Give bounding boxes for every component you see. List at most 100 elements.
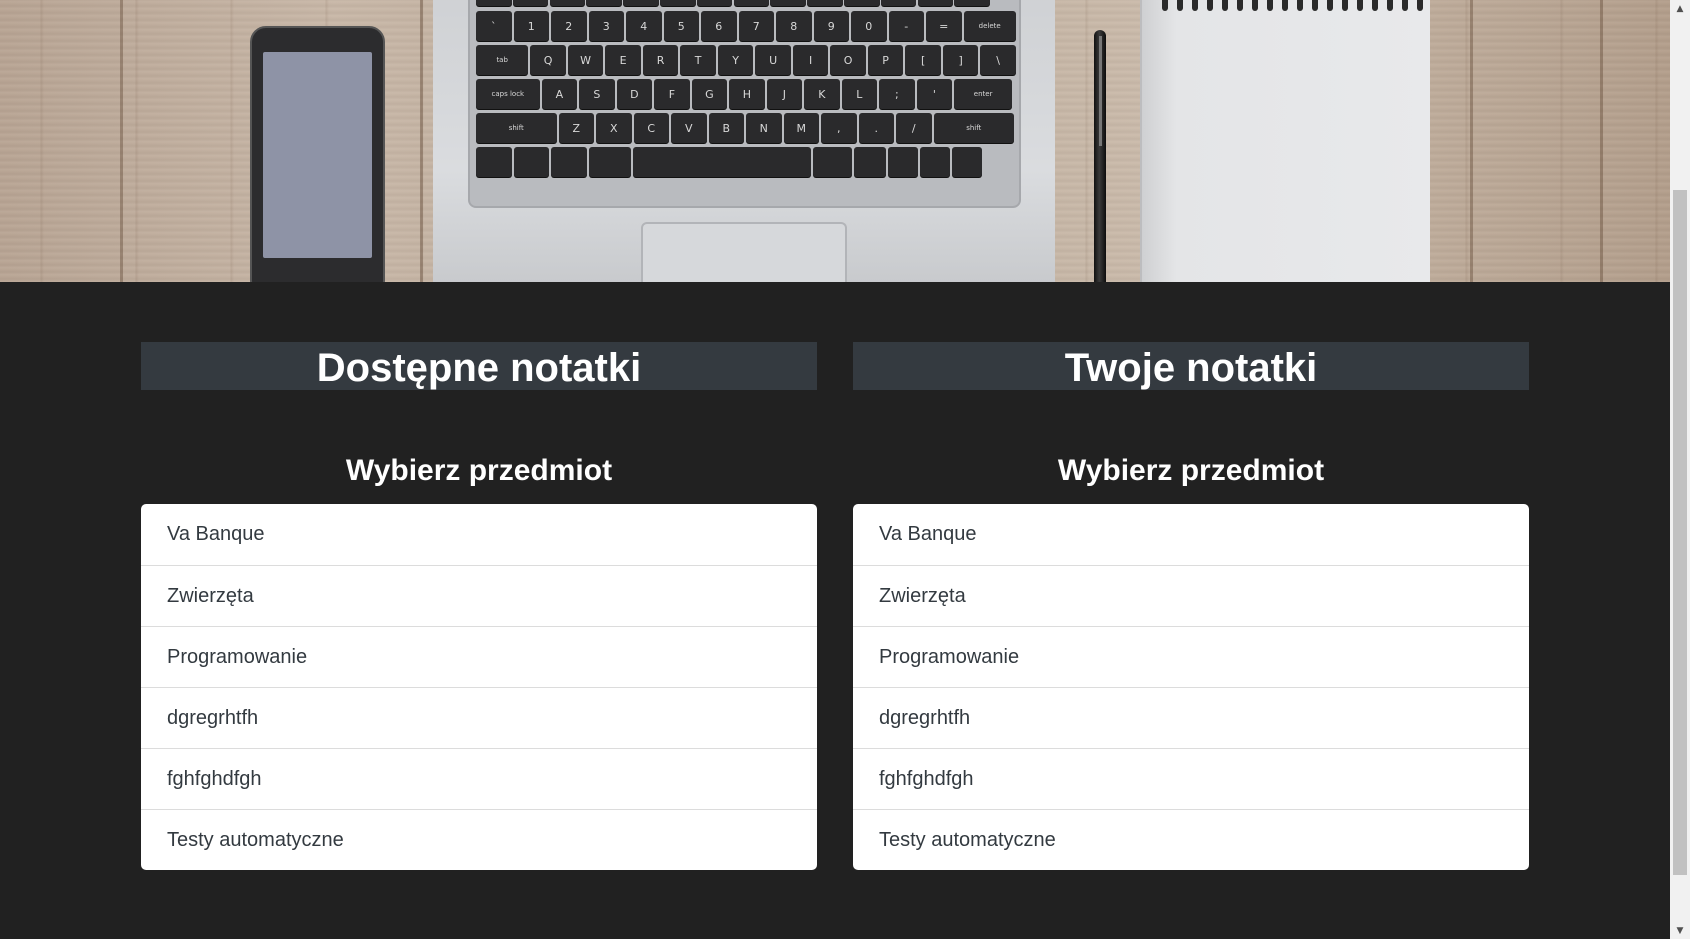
notebook-ring <box>1327 0 1333 11</box>
keyboard-key <box>880 0 917 6</box>
notebook-ring <box>1417 0 1423 11</box>
notebook-ring <box>1252 0 1258 11</box>
keyboard-key <box>513 147 549 177</box>
keyboard-key: N <box>746 113 782 143</box>
subject-item[interactable]: Zwierzęta <box>853 565 1529 626</box>
laptop-keyboard: ` 1 2 3 4 5 6 7 8 9 0- = delete tab Q W E R T Y U I O P[] \ caps … <box>468 0 1021 208</box>
keyboard-key <box>586 0 622 6</box>
subject-item[interactable]: Testy automatyczne <box>141 809 817 870</box>
keyboard-key: P <box>867 45 904 75</box>
keyboard-key: J <box>766 79 803 109</box>
notebook-ring <box>1222 0 1228 11</box>
subject-item[interactable]: Va Banque <box>141 504 817 565</box>
keyboard-key: 0 <box>851 11 887 41</box>
notebook-ring <box>1177 0 1183 11</box>
scroll-down-arrow-icon[interactable]: ▼ <box>1670 922 1690 939</box>
available-subjects-list: Va Banque Zwierzęta Programowanie dgregr… <box>141 504 817 870</box>
keyboard-key <box>549 0 586 6</box>
scrollbar-thumb[interactable] <box>1673 190 1687 875</box>
keyboard-key: shift <box>933 113 1014 143</box>
keyboard-key: = <box>926 11 962 41</box>
keyboard-key: ` <box>476 11 512 41</box>
available-notes-panel: Dostępne notatki Wybierz przedmiot Va Ba… <box>141 342 817 870</box>
keyboard-key: 2 <box>551 11 587 41</box>
keyboard-key: T <box>680 45 716 75</box>
keyboard-key <box>623 0 659 6</box>
keyboard-key: / <box>896 113 932 143</box>
notebook-ring <box>1207 0 1213 11</box>
scroll-up-arrow-icon[interactable]: ▲ <box>1670 0 1690 17</box>
notebook-image <box>1140 0 1430 282</box>
keyboard-key <box>660 0 696 6</box>
notebook-ring <box>1282 0 1288 11</box>
keyboard-key: A <box>541 79 578 109</box>
notebook-ring <box>1267 0 1273 11</box>
keyboard-key <box>812 147 852 177</box>
keyboard-key <box>733 0 770 6</box>
keyboard-key: B <box>708 113 744 143</box>
keyboard-key: E <box>605 45 641 75</box>
laptop-trackpad <box>641 222 847 282</box>
notebook-ring <box>1342 0 1348 11</box>
subject-item[interactable]: dgregrhtfh <box>853 687 1529 748</box>
subject-item[interactable]: Zwierzęta <box>141 565 817 626</box>
keyboard-key: 5 <box>663 11 699 41</box>
your-notes-header: Twoje notatki <box>853 342 1529 390</box>
keyboard-key <box>807 0 843 6</box>
subject-item[interactable]: Programowanie <box>141 626 817 687</box>
keyboard-key: - <box>888 11 924 41</box>
subject-item[interactable]: dgregrhtfh <box>141 687 817 748</box>
keyboard-key: ; <box>879 79 915 109</box>
keyboard-key: . <box>858 113 894 143</box>
keyboard-key: Q <box>530 45 566 75</box>
notebook-ring <box>1297 0 1303 11</box>
keyboard-key: 7 <box>738 11 774 41</box>
subject-item[interactable]: fghfghdfgh <box>141 748 817 809</box>
smartphone-image <box>250 26 385 282</box>
keyboard-key: S <box>579 79 615 109</box>
subject-item[interactable]: Programowanie <box>853 626 1529 687</box>
keyboard-key: Y <box>717 45 754 75</box>
keyboard-key: shift <box>476 113 557 143</box>
notebook-ring <box>1192 0 1198 11</box>
keyboard-key: X <box>596 113 632 143</box>
keyboard-key: K <box>804 79 840 109</box>
keyboard-key <box>954 0 990 6</box>
keyboard-key: [ <box>905 45 941 75</box>
keyboard-key <box>512 0 549 6</box>
keyboard-key <box>633 147 811 177</box>
your-subjects-list: Va Banque Zwierzęta Programowanie dgregr… <box>853 504 1529 870</box>
subject-item[interactable]: fghfghdfgh <box>853 748 1529 809</box>
laptop-image: ` 1 2 3 4 5 6 7 8 9 0- = delete tab Q W E R T Y U I O P[] \ caps … <box>433 0 1055 282</box>
keyboard-key <box>917 0 954 6</box>
keyboard-key <box>853 147 886 177</box>
keyboard-key: U <box>755 45 791 75</box>
keyboard-key: G <box>691 79 728 109</box>
keyboard-key: W <box>567 45 604 75</box>
keyboard-key: I <box>792 45 829 75</box>
notebook-ring <box>1312 0 1318 11</box>
keyboard-key <box>588 147 632 177</box>
notebook-ring <box>1357 0 1363 11</box>
keyboard-key: C <box>633 113 669 143</box>
keyboard-key <box>551 147 587 177</box>
keyboard-key: O <box>830 45 866 75</box>
page-scrollbar[interactable]: ▲ ▼ <box>1670 0 1690 939</box>
keyboard-key: tab <box>476 45 529 75</box>
keyboard-key: H <box>729 79 765 109</box>
keyboard-key: 3 <box>588 11 624 41</box>
notebook-ring <box>1162 0 1168 11</box>
keyboard-key: delete <box>963 11 1016 41</box>
your-notes-subtitle: Wybierz przedmiot <box>1057 454 1325 487</box>
keyboard-key <box>951 147 983 177</box>
notebook-ring <box>1237 0 1243 11</box>
keyboard-key <box>887 147 918 177</box>
hero-banner-image: ` 1 2 3 4 5 6 7 8 9 0- = delete tab Q W E R T Y U I O P[] \ caps … <box>0 0 1670 282</box>
keyboard-key: , <box>821 113 857 143</box>
keyboard-key: 9 <box>813 11 849 41</box>
your-notes-title: Twoje notatki <box>1064 346 1318 390</box>
subject-item[interactable]: Testy automatyczne <box>853 809 1529 870</box>
keyboard-key <box>770 0 806 6</box>
subject-item[interactable]: Va Banque <box>853 504 1529 565</box>
keyboard-key <box>696 0 733 6</box>
